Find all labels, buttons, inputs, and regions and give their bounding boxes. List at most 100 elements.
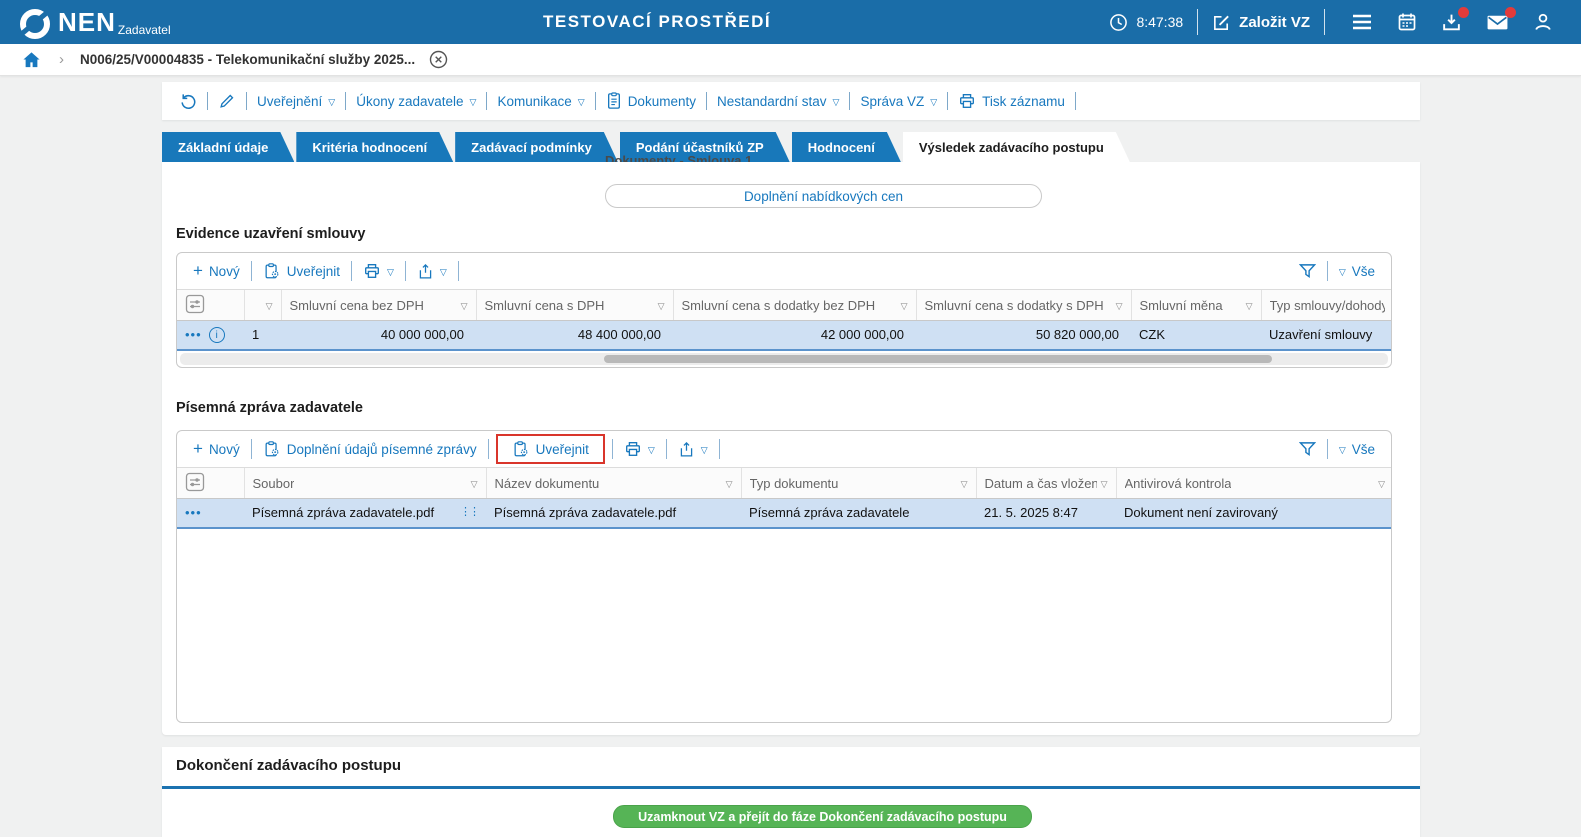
messages-button[interactable] bbox=[1486, 7, 1516, 32]
horizontal-scrollbar[interactable] bbox=[180, 352, 1388, 365]
filter-caret-icon[interactable]: ▽ bbox=[1112, 301, 1123, 312]
evidence-toolbar: + Nový Uveřejnit ▽ ▽ ▽ Vše bbox=[177, 253, 1391, 289]
typ-smlouvy-cell: Uzavření smlouvy bbox=[1261, 320, 1391, 351]
column-header[interactable]: Typ smlouvy/dohody bbox=[1260, 289, 1391, 321]
filter-caret-icon[interactable]: ▽ bbox=[457, 301, 468, 312]
menu-sprava-vz[interactable]: Správa VZ ▽ bbox=[856, 94, 941, 109]
section-underline bbox=[162, 786, 1420, 789]
tab-vysledek-zadavaciho-postupu[interactable]: Výsledek zadávacího postupu bbox=[903, 132, 1130, 162]
divider bbox=[1197, 9, 1199, 35]
filter-caret-icon[interactable]: ▽ bbox=[262, 301, 273, 312]
filter-caret-icon[interactable]: ▽ bbox=[654, 301, 665, 312]
messages-badge bbox=[1505, 7, 1516, 18]
annotation-highlight-box: Uveřejnit bbox=[495, 434, 605, 464]
filter-button[interactable] bbox=[1293, 441, 1322, 457]
filter-caret-icon[interactable]: ▽ bbox=[957, 479, 968, 490]
page: NEN Zadavatel TESTOVACÍ PROSTŘEDÍ 8:47:3… bbox=[0, 0, 1581, 837]
column-header[interactable]: Typ dokumentu ▽ bbox=[740, 467, 976, 499]
index-column-header[interactable]: ▽ bbox=[243, 289, 281, 321]
edit-square-icon bbox=[1212, 13, 1231, 32]
publish-button[interactable]: Uveřejnit bbox=[506, 440, 595, 458]
export-button[interactable]: ▽ bbox=[672, 441, 714, 458]
tab-zadavaci-podminky[interactable]: Zadávací podmínky bbox=[455, 132, 618, 162]
pisemna-section-title: Písemná zpráva zadavatele bbox=[176, 400, 363, 416]
table-row[interactable]: ••• Písemná zpráva zadavatele.pdf ⋮⋮ Pís… bbox=[177, 498, 1391, 529]
print-record-button[interactable]: Tisk záznamu bbox=[954, 92, 1069, 110]
info-icon[interactable]: i bbox=[208, 326, 225, 343]
column-header[interactable]: Smluvní cena s dodatky s DPH ▽ bbox=[915, 289, 1131, 321]
calendar-button[interactable] bbox=[1397, 12, 1417, 32]
filter-button[interactable] bbox=[1293, 263, 1322, 279]
print-button[interactable]: ▽ bbox=[618, 440, 661, 458]
typ-dokumentu-cell: Písemná zpráva zadavatele bbox=[741, 498, 976, 529]
column-header[interactable]: Smluvní měna ▽ bbox=[1130, 289, 1261, 321]
evidence-section-title: Evidence uzavření smlouvy bbox=[176, 226, 366, 242]
home-icon[interactable] bbox=[22, 51, 41, 69]
table-row[interactable]: ••• i 1 40 000 000,00 48 400 000,00 42 0… bbox=[177, 320, 1391, 351]
filter-caret-icon[interactable]: ▽ bbox=[1097, 479, 1108, 490]
menu-ukony-zadavatele[interactable]: Úkony zadavatele ▽ bbox=[352, 94, 480, 109]
downloads-badge bbox=[1458, 6, 1469, 18]
doplneni-udaju-button[interactable]: Doplnění údajů písemné zprávy bbox=[257, 440, 483, 458]
create-vz-button[interactable]: Založit VZ bbox=[1212, 13, 1310, 32]
filter-caret-icon[interactable]: ▽ bbox=[1242, 301, 1253, 312]
view-all-dropdown[interactable]: ▽ Vše bbox=[1333, 442, 1381, 457]
menu-nestandardni-stav[interactable]: Nestandardní stav ▽ bbox=[713, 94, 843, 109]
divider bbox=[345, 92, 347, 110]
divider bbox=[457, 261, 459, 281]
doplneni-nabidkovych-cen-button[interactable]: Doplnění nabídkových cen bbox=[605, 184, 1042, 208]
tab-zakladni-udaje[interactable]: Základní údaje bbox=[162, 132, 294, 162]
menu-button[interactable] bbox=[1351, 13, 1373, 31]
close-record-button[interactable] bbox=[429, 50, 448, 69]
funnel-icon bbox=[1298, 263, 1316, 279]
filter-caret-icon[interactable]: ▽ bbox=[722, 479, 733, 490]
divider bbox=[718, 439, 720, 459]
edit-button[interactable] bbox=[214, 92, 240, 110]
column-header[interactable]: Smluvní cena s DPH ▽ bbox=[475, 289, 673, 321]
profile-button[interactable] bbox=[1533, 12, 1553, 32]
chevron-down-icon: ▽ bbox=[700, 444, 708, 455]
column-settings-header[interactable] bbox=[177, 467, 244, 499]
divider bbox=[665, 439, 667, 459]
mena-cell: CZK bbox=[1131, 320, 1261, 351]
column-header[interactable]: Datum a čas vložení ▽ bbox=[975, 467, 1116, 499]
column-header[interactable]: Soubor ▽ bbox=[243, 467, 486, 499]
filter-caret-icon[interactable]: ▽ bbox=[467, 479, 478, 490]
breadcrumb-title[interactable]: N006/25/V00004835 - Telekomunikační služ… bbox=[80, 52, 415, 67]
divider bbox=[947, 92, 949, 110]
export-button[interactable]: ▽ bbox=[411, 263, 453, 280]
row-menu-icon[interactable]: ••• bbox=[185, 328, 202, 341]
history-button[interactable] bbox=[174, 92, 201, 111]
filter-caret-icon[interactable]: ▽ bbox=[1374, 479, 1385, 490]
tab-kriteria-hodnoceni[interactable]: Kritéria hodnocení bbox=[296, 132, 453, 162]
menu-komunikace[interactable]: Komunikace ▽ bbox=[493, 94, 588, 109]
column-header[interactable]: Smluvní cena bez DPH ▽ bbox=[280, 289, 476, 321]
new-button[interactable]: + Nový bbox=[187, 439, 246, 459]
divider bbox=[487, 439, 489, 459]
tab-hodnoceni[interactable]: Hodnocení bbox=[792, 132, 901, 162]
filter-caret-icon[interactable]: ▽ bbox=[897, 301, 908, 312]
view-all-dropdown[interactable]: ▽ Vše bbox=[1333, 264, 1381, 279]
drag-handle-icon[interactable]: ⋮⋮ bbox=[460, 507, 480, 518]
publish-button[interactable]: Uveřejnit bbox=[257, 262, 346, 280]
print-button[interactable]: ▽ bbox=[357, 262, 400, 280]
clipped-background-text: Dokumenty - Smlouva 1 bbox=[605, 153, 753, 162]
cena-dodatky-s-dph-cell: 50 820 000,00 bbox=[916, 320, 1131, 351]
column-header[interactable]: Název dokumentu ▽ bbox=[485, 467, 741, 499]
lock-vz-button[interactable]: Uzamknout VZ a přejít do fáze Dokončení … bbox=[613, 805, 1032, 828]
printer-icon bbox=[624, 440, 642, 458]
scrollbar-thumb[interactable] bbox=[604, 354, 1272, 363]
column-settings-header[interactable] bbox=[177, 289, 244, 321]
menu-dokumenty[interactable]: Dokumenty bbox=[602, 92, 700, 110]
menu-uverejneni[interactable]: Uveřejnění ▽ bbox=[253, 94, 339, 109]
column-header[interactable]: Smluvní cena s dodatky bez DPH ▽ bbox=[672, 289, 916, 321]
divider bbox=[611, 439, 613, 459]
chevron-down-icon: ▽ bbox=[328, 96, 336, 107]
row-menu-icon[interactable]: ••• bbox=[185, 506, 202, 519]
downloads-button[interactable] bbox=[1441, 6, 1469, 33]
clock-time: 8:47:38 bbox=[1136, 14, 1184, 30]
column-header[interactable]: Antivirová kontrola ▽ bbox=[1115, 467, 1391, 499]
nen-logo[interactable]: NEN Zadavatel bbox=[19, 5, 171, 39]
printer-icon bbox=[363, 262, 381, 280]
new-button[interactable]: + Nový bbox=[187, 261, 246, 281]
